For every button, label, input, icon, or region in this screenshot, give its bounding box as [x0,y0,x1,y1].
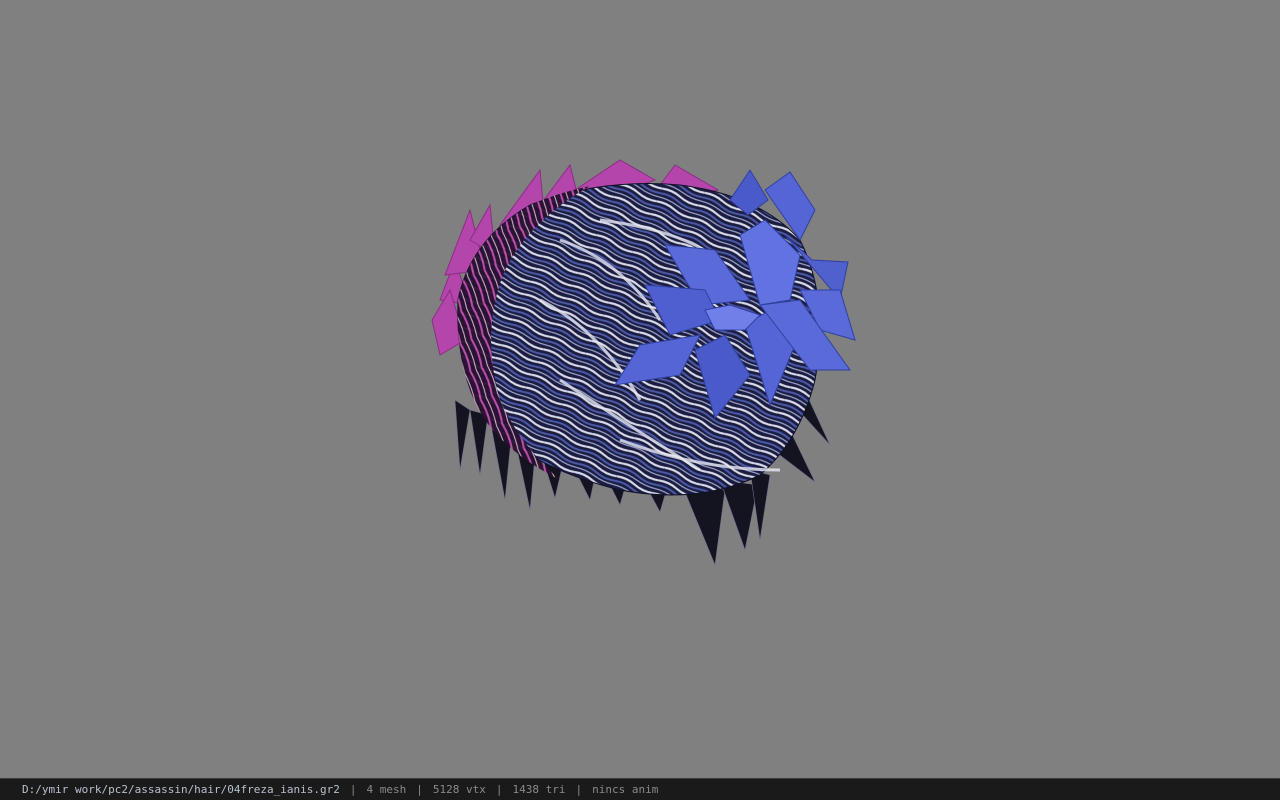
animation-status: nincs anim [592,783,659,796]
3d-viewport[interactable] [0,0,1280,778]
mesh-count: 4 mesh [366,783,407,796]
separator: | [349,783,357,796]
vertex-count: 5128 vtx [432,783,486,796]
hair-model-render [431,159,856,567]
status-bar: D:/ymir work/pc2/assassin/hair/04freza_i… [0,778,1280,800]
separator: | [495,783,503,796]
file-path: D:/ymir work/pc2/assassin/hair/04freza_i… [22,783,340,796]
separator: | [416,783,423,796]
separator: | [575,783,583,796]
triangle-count: 1438 tri [512,783,566,796]
